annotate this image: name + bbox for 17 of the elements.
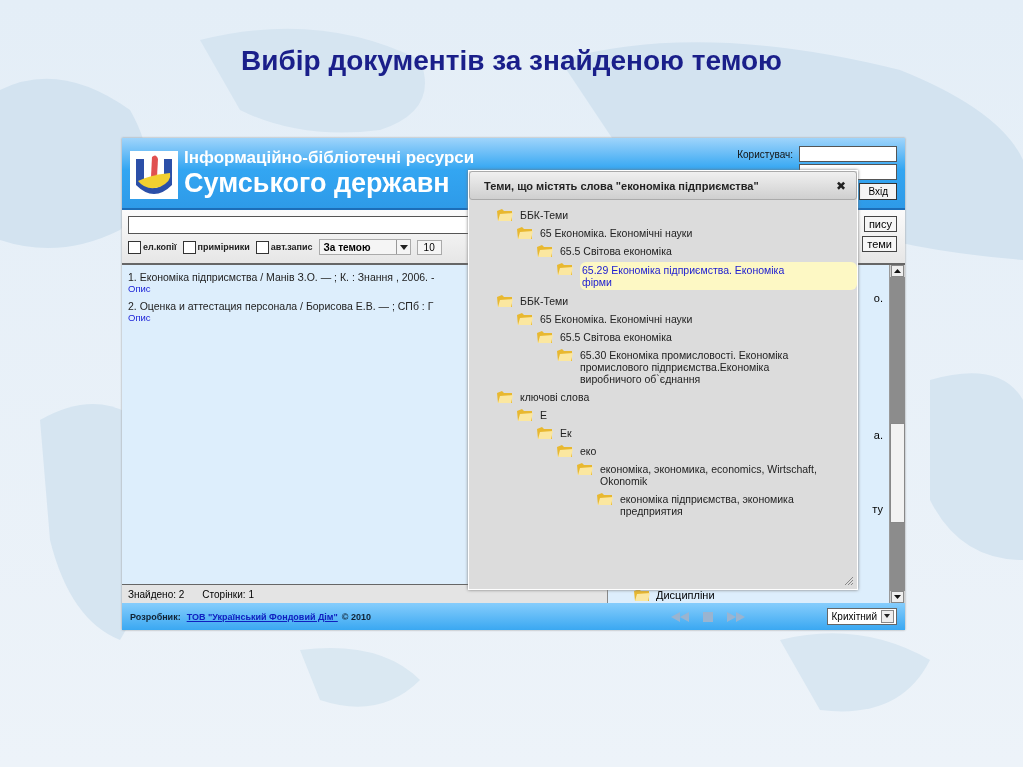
checkbox-label: ел.копії [143,242,177,252]
checkbox-label: примірники [197,242,250,252]
topic-text: ту [872,503,883,515]
slide-title: Вибір документів за знайденою темою [241,44,782,78]
checkbox-label: авт.запис [270,242,313,252]
header-subtitle: Сумського державн [184,168,451,198]
copyright-text: © 2010 [341,611,371,622]
developer-label: Розробник: [130,611,181,622]
header-title: Інформаційно-бібліотечні ресурси [184,148,475,168]
user-label: Користувач: [737,148,793,160]
topic-text: а. [873,429,883,441]
result-entry: 1. Економіка підприсмства / Манів З.О. — ; К. : Знання , 2006. - [128,271,435,283]
page-count: Сторінки: 1 [202,588,254,600]
dialog-title: Теми, що містять слова "економіка підприємства" [484,179,759,192]
result-entry: 2. Оценка и аттестация персонала / Борисова Е.В. — ; СПб : Г [128,300,434,312]
topic-text: о. [873,292,883,304]
found-count: Знайдено: 2 [128,588,185,600]
